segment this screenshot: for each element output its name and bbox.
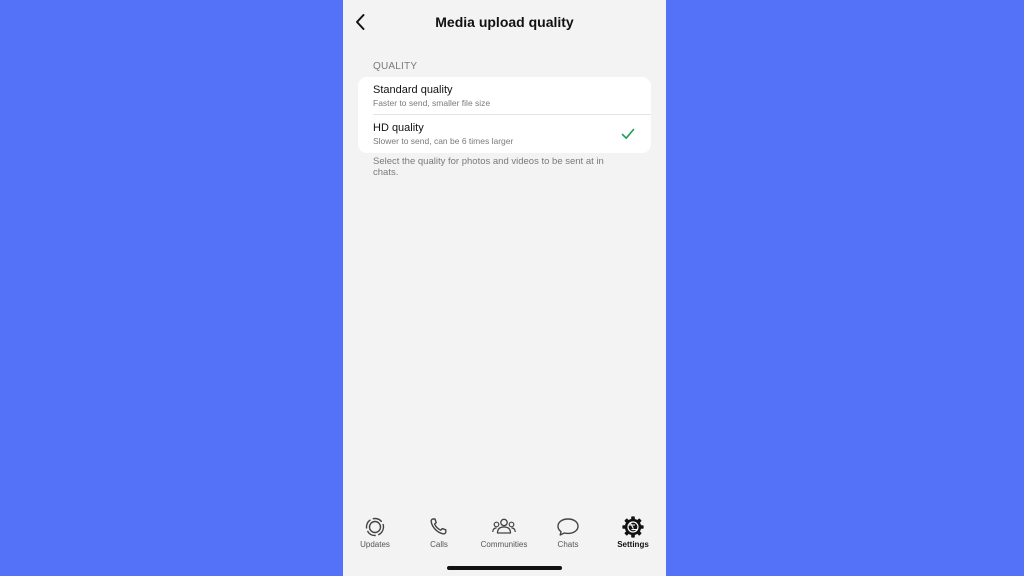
- tab-label: Settings: [617, 540, 649, 549]
- communities-icon: [492, 518, 516, 534]
- tab-chats[interactable]: Chats: [536, 508, 600, 554]
- section-footer-note: Select the quality for photos and videos…: [373, 156, 604, 178]
- checkmark-icon: [621, 128, 635, 139]
- option-subtitle: Faster to send, smaller file size: [373, 98, 491, 108]
- quality-options-card: Standard quality Faster to send, smaller…: [358, 77, 651, 153]
- phone-icon: [430, 518, 447, 535]
- tab-updates[interactable]: Updates: [343, 508, 407, 554]
- tab-label: Updates: [360, 540, 390, 549]
- tab-calls[interactable]: Calls: [407, 508, 471, 554]
- tab-communities[interactable]: Communities: [472, 508, 536, 554]
- tab-label: Communities: [480, 540, 528, 549]
- page-title: Media upload quality: [435, 14, 574, 30]
- option-title: Standard quality: [373, 84, 453, 96]
- option-title: HD quality: [373, 122, 424, 134]
- updates-icon: [365, 517, 385, 537]
- chats-icon: [557, 518, 579, 536]
- option-subtitle: Slower to send, can be 6 times larger: [373, 136, 514, 146]
- option-hd-quality[interactable]: HD quality Slower to send, can be 6 time…: [358, 115, 651, 153]
- gear-icon: [622, 516, 644, 538]
- phone-screen: Media upload quality QUALITY Standard qu…: [343, 0, 666, 576]
- tab-bar: Updates Calls Communities Chats Settings: [343, 508, 666, 558]
- option-standard-quality[interactable]: Standard quality Faster to send, smaller…: [358, 77, 651, 115]
- home-indicator: [447, 566, 562, 570]
- section-header-quality: QUALITY: [373, 61, 418, 72]
- navigation-bar: Media upload quality: [343, 0, 666, 44]
- tab-label: Chats: [557, 540, 579, 549]
- tab-settings[interactable]: Settings: [601, 508, 665, 554]
- tab-label: Calls: [430, 540, 448, 549]
